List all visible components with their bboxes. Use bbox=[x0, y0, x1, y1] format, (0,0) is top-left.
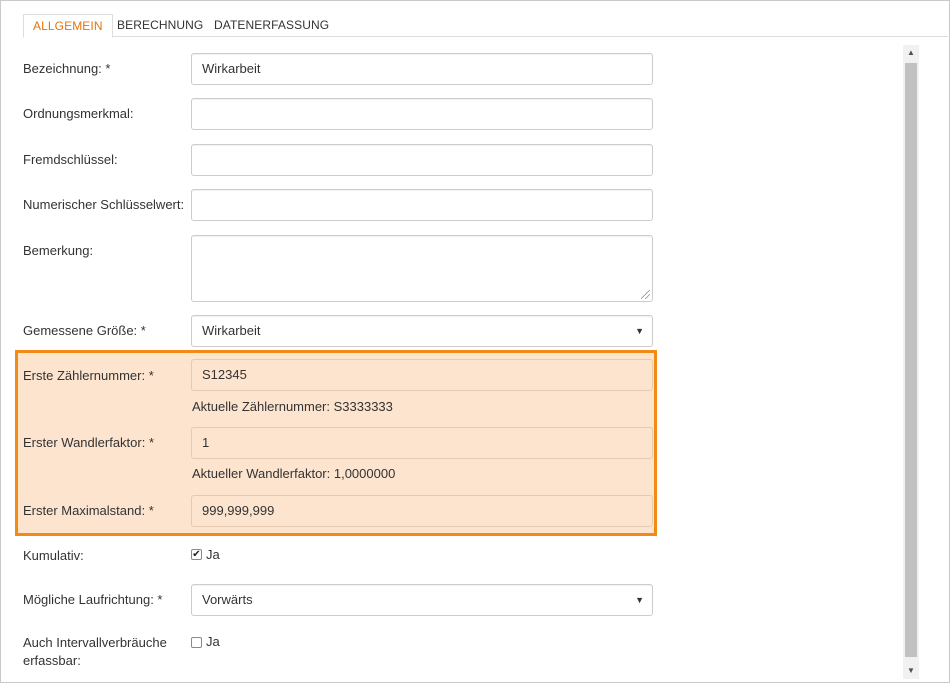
gemessene-groesse-value: Wirkarbeit bbox=[202, 323, 261, 338]
laufrichtung-label: Mögliche Laufrichtung: * bbox=[23, 592, 163, 607]
aktueller-wandlerfaktor-text: Aktueller Wandlerfaktor: 1,0000000 bbox=[192, 466, 396, 481]
erste-zaehlernummer-input[interactable]: S12345 bbox=[191, 359, 653, 391]
bemerkung-label: Bemerkung: bbox=[23, 243, 94, 258]
kumulativ-checkbox-label[interactable]: Ja bbox=[206, 547, 220, 562]
tab-bar: ALLGEMEIN BERECHNUNG DATENERFASSUNG bbox=[23, 14, 948, 38]
gemessene-groesse-select[interactable]: Wirkarbeit ▼ bbox=[191, 315, 653, 347]
check-icon: ✔ bbox=[192, 549, 201, 560]
gemessene-groesse-label: Gemessene Größe: * bbox=[23, 323, 146, 338]
numerischer-schluesselwert-label: Numerischer Schlüsselwert: bbox=[23, 197, 185, 212]
scroll-down-icon[interactable]: ▼ bbox=[903, 663, 919, 679]
intervall-checkbox[interactable] bbox=[191, 637, 202, 648]
kumulativ-label: Kumulativ: bbox=[23, 548, 84, 563]
chevron-down-icon: ▼ bbox=[635, 326, 644, 336]
erster-maximalstand-input[interactable]: 999,999,999 bbox=[191, 495, 653, 527]
intervall-label-line1: Auch Intervallverbräuche bbox=[23, 635, 167, 650]
scroll-thumb[interactable] bbox=[905, 63, 917, 657]
erste-zaehlernummer-label: Erste Zählernummer: * bbox=[23, 368, 154, 383]
bezeichnung-input[interactable]: Wirkarbeit bbox=[191, 53, 653, 85]
erster-maximalstand-label: Erster Maximalstand: * bbox=[23, 503, 154, 518]
scroll-up-icon[interactable]: ▲ bbox=[903, 45, 919, 61]
vertical-scrollbar[interactable]: ▲ ▼ bbox=[903, 45, 919, 679]
ordnungsmerkmal-input[interactable] bbox=[191, 98, 653, 130]
form-window: ALLGEMEIN BERECHNUNG DATENERFASSUNG ▲ ▼ … bbox=[0, 0, 950, 683]
intervall-label-line2: erfassbar: bbox=[23, 653, 81, 668]
numerischer-schluesselwert-input[interactable] bbox=[191, 189, 653, 221]
laufrichtung-value: Vorwärts bbox=[202, 592, 253, 607]
chevron-down-icon: ▼ bbox=[635, 595, 644, 605]
laufrichtung-select[interactable]: Vorwärts ▼ bbox=[191, 584, 653, 616]
ordnungsmerkmal-label: Ordnungsmerkmal: bbox=[23, 106, 134, 121]
aktuelle-zaehlernummer-text: Aktuelle Zählernummer: S3333333 bbox=[192, 399, 393, 414]
resize-grip-icon[interactable] bbox=[641, 290, 650, 299]
tab-berechnung[interactable]: BERECHNUNG bbox=[108, 14, 212, 37]
erster-wandlerfaktor-input[interactable]: 1 bbox=[191, 427, 653, 459]
kumulativ-checkbox[interactable]: ✔ bbox=[191, 549, 202, 560]
fremdschluessel-label: Fremdschlüssel: bbox=[23, 152, 118, 167]
tab-datenerfassung[interactable]: DATENERFASSUNG bbox=[205, 14, 338, 37]
erster-wandlerfaktor-label: Erster Wandlerfaktor: * bbox=[23, 435, 155, 450]
bemerkung-textarea[interactable] bbox=[191, 235, 653, 302]
fremdschluessel-input[interactable] bbox=[191, 144, 653, 176]
bezeichnung-label: Bezeichnung: * bbox=[23, 61, 111, 76]
intervall-checkbox-label[interactable]: Ja bbox=[206, 634, 220, 649]
tab-allgemein[interactable]: ALLGEMEIN bbox=[23, 14, 113, 38]
